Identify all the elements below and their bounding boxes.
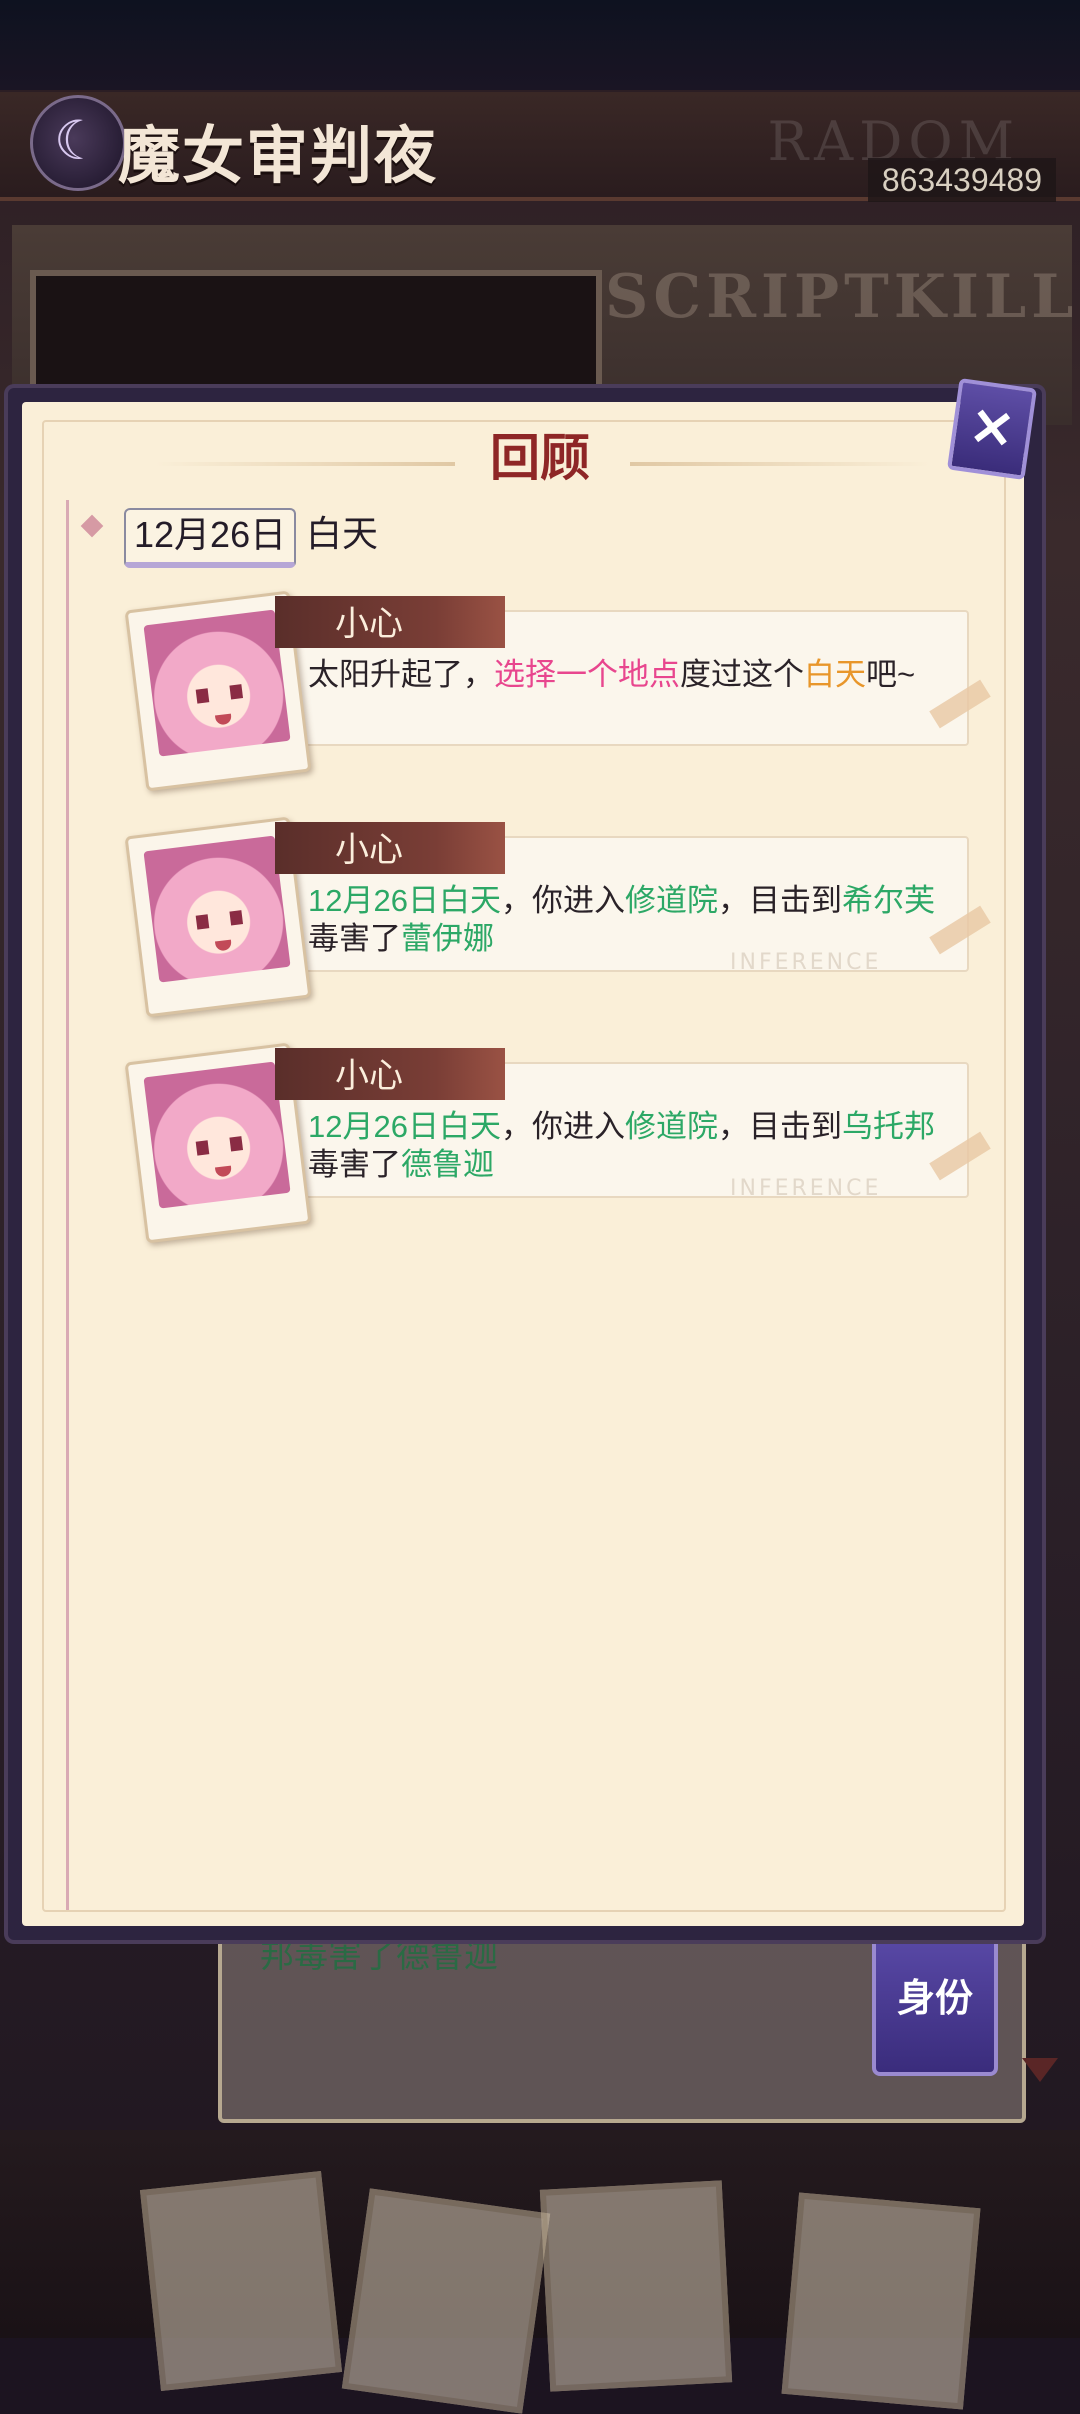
message-segment: 太阳升起了，	[308, 657, 494, 692]
avatar-eyes	[195, 684, 244, 704]
message-segment: ，你进入	[500, 1109, 625, 1144]
avatar-eyes	[195, 1136, 244, 1156]
message-text: 12月26日白天，你进入修道院，目击到希尔芙毒害了蕾伊娜	[308, 882, 958, 958]
message-segment: ，你进入	[500, 883, 625, 918]
avatar-face	[143, 835, 291, 983]
avatar-face	[143, 1061, 291, 1209]
speaker-name: 小心	[335, 604, 403, 644]
date-label: 12月26日	[124, 508, 297, 568]
highlight-segment: 修道院	[624, 1109, 718, 1144]
speaker-name: 小心	[335, 830, 403, 870]
message-text: 太阳升起了，选择一个地点度过这个白天吧~	[308, 656, 958, 694]
highlight-segment: 12月26日白天	[308, 1109, 501, 1144]
message-text: 12月26日白天，你进入修道院，目击到乌托邦毒害了德鲁迦	[308, 1108, 958, 1184]
avatar-eyes	[195, 910, 244, 930]
phase-label: 白天	[306, 514, 379, 555]
highlight-segment: 白天	[804, 657, 866, 692]
message-card: INFERENCE 小心 12月26日白天，你进入修道院，目击到乌托邦毒害了德鲁…	[0, 1042, 1080, 1262]
player-card[interactable]	[341, 2188, 551, 2414]
message-segment: ，目击到	[717, 1109, 842, 1144]
room-id: 863439489	[867, 158, 1056, 202]
scroll-down-icon[interactable]	[1022, 2058, 1058, 2082]
game-title: 魔女审判夜	[118, 119, 439, 192]
close-icon: ×	[964, 391, 1021, 462]
highlight-segment: 选择一个地点	[494, 657, 680, 692]
speaker-name: 小心	[335, 1056, 403, 1096]
modal-title: 回顾	[490, 428, 590, 487]
highlight-segment: 蕾伊娜	[401, 921, 494, 956]
game-logo-icon: ☾	[30, 95, 126, 191]
status-area	[0, 0, 1080, 90]
avatar-mouth	[214, 1165, 233, 1178]
identity-button[interactable]: 身份	[872, 1928, 998, 2076]
message-card: INFERENCE 小心 12月26日白天，你进入修道院，目击到希尔芙毒害了蕾伊…	[0, 816, 1080, 1036]
highlight-segment: 乌托邦	[841, 1109, 935, 1144]
player-card[interactable]	[139, 2171, 343, 2391]
avatar-mouth	[214, 713, 233, 726]
highlight-segment: 德鲁迦	[401, 1147, 494, 1182]
player-card[interactable]	[539, 2180, 733, 2392]
close-button[interactable]: ×	[946, 378, 1038, 480]
message-segment: 度过这个	[680, 657, 804, 692]
avatar-mouth	[214, 939, 233, 952]
highlight-segment: 希尔芙	[841, 883, 935, 918]
avatar-face	[143, 609, 291, 757]
message-segment: ，目击到	[717, 883, 842, 918]
highlight-segment: 12月26日白天	[308, 883, 501, 918]
player-card[interactable]	[781, 2192, 981, 2410]
highlight-segment: 修道院	[624, 883, 718, 918]
message-segment: 吧~	[866, 657, 916, 692]
message-segment: 毒害了	[308, 1147, 401, 1182]
board-watermark: SCRIPTKILL	[605, 262, 1079, 332]
message-card: 小心 太阳升起了，选择一个地点度过这个白天吧~	[0, 590, 1080, 810]
message-segment: 毒害了	[308, 921, 401, 956]
